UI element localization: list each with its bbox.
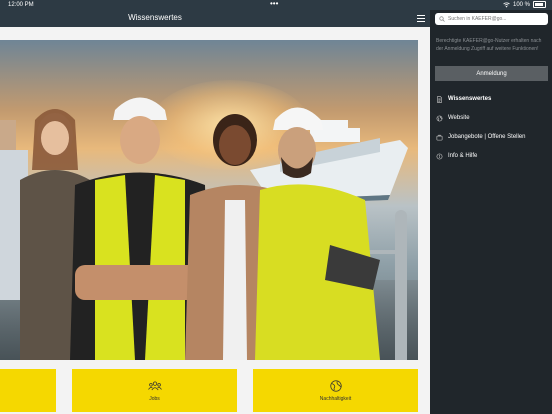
hero-image (0, 40, 418, 360)
tile-jobs-label: Jobs (149, 396, 160, 402)
drawer-item-label: Website (448, 115, 470, 121)
multitask-dots-icon[interactable]: ••• (270, 0, 278, 8)
login-button[interactable]: Anmeldung (435, 66, 548, 81)
hamburger-menu-icon[interactable] (417, 15, 425, 22)
drawer-item-label: Jobangebote | Offene Stellen (448, 134, 526, 140)
battery-percent: 100 % (512, 1, 530, 8)
login-info-text: Berechtigte KAEFER@go-Nutzer erhalten na… (436, 38, 542, 52)
drawer-item-info-hilfe[interactable]: Info & Hilfe (436, 150, 548, 162)
document-icon (437, 95, 442, 103)
search-bar[interactable] (435, 13, 548, 25)
main-content: Wissenswertes Jobs Nachhaltigkeit (0, 10, 430, 414)
drawer-item-website[interactable]: Website (436, 112, 548, 124)
status-right: 100 % (503, 1, 546, 8)
search-icon (439, 16, 445, 22)
tile-sustainability[interactable]: Nachhaltigkeit (253, 369, 418, 412)
search-input[interactable] (448, 13, 544, 25)
nav-bar: Wissenswertes (0, 10, 430, 27)
drawer-item-label: Info & Hilfe (448, 153, 478, 159)
person-man-beard-hardhat (255, 107, 380, 360)
status-bar: 12:00 PM ••• 100 % (0, 0, 552, 10)
tile-jobs[interactable]: Jobs (72, 369, 237, 412)
tile-sustainability-label: Nachhaltigkeit (319, 396, 352, 402)
tank-shape (395, 210, 407, 360)
info-icon (436, 153, 443, 159)
tile-partial[interactable] (0, 369, 56, 412)
page-title: Wissenswertes (128, 13, 182, 22)
status-time: 12:00 PM (8, 2, 34, 8)
people-group-icon (147, 381, 162, 391)
globe-icon (329, 380, 342, 392)
battery-icon (533, 1, 546, 8)
wifi-icon (503, 1, 510, 7)
drawer-item-jobangebote[interactable]: Jobangebote | Offene Stellen (436, 131, 548, 143)
drawer-item-label: Wissenswertes (448, 96, 492, 102)
globe-icon (436, 115, 443, 121)
briefcase-icon (436, 134, 443, 140)
side-drawer: Berechtigte KAEFER@go-Nutzer erhalten na… (430, 10, 552, 414)
drawer-item-wissenswertes[interactable]: Wissenswertes (436, 93, 548, 105)
